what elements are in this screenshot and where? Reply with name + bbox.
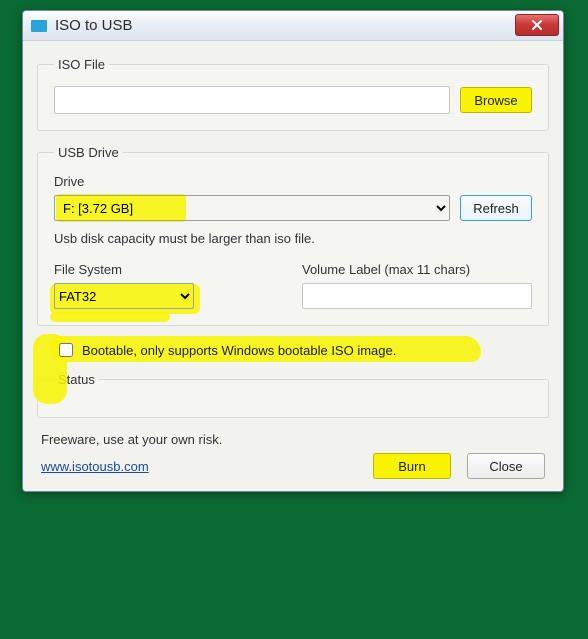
drive-label: Drive [54,174,532,189]
usb-drive-legend: USB Drive [54,145,123,160]
window-content: ISO File Browse USB Drive Drive F: [3.72… [23,41,563,491]
volume-label-label: Volume Label (max 11 chars) [302,262,532,277]
status-legend: Status [54,372,99,387]
footer: Freeware, use at your own risk. www.isot… [37,432,549,479]
window-title: ISO to USB [55,17,133,34]
bootable-checkbox[interactable] [59,343,73,357]
titlebar: ISO to USB [23,11,563,41]
drive-select[interactable]: F: [3.72 GB] [54,195,450,221]
volume-label-input[interactable] [302,283,532,309]
status-group: Status [37,372,549,418]
app-icon [31,20,47,32]
close-icon [531,19,543,31]
close-button[interactable]: Close [467,453,545,479]
bootable-row: Bootable, only supports Windows bootable… [55,340,549,360]
refresh-button[interactable]: Refresh [460,195,532,221]
bootable-label: Bootable, only supports Windows bootable… [82,343,396,358]
browse-button[interactable]: Browse [460,87,532,113]
filesystem-select[interactable]: FAT32 [54,283,194,309]
iso-path-input[interactable] [54,86,450,114]
website-link[interactable]: www.isotousb.com [41,459,149,474]
burn-button[interactable]: Burn [373,453,451,479]
window-close-button[interactable] [515,14,559,36]
capacity-hint: Usb disk capacity must be larger than is… [54,231,532,246]
iso-file-legend: ISO File [54,57,109,72]
disclaimer-text: Freeware, use at your own risk. [41,432,545,447]
filesystem-label: File System [54,262,284,277]
iso-file-group: ISO File Browse [37,57,549,131]
app-window: ISO to USB ISO File Browse USB Drive Dri… [22,10,564,492]
usb-drive-group: USB Drive Drive F: [3.72 GB] Refresh Usb… [37,145,549,326]
